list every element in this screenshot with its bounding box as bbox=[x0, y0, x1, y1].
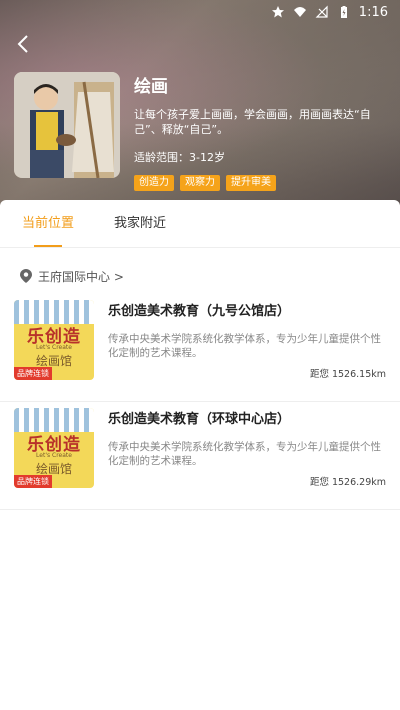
course-tags: 创造力 观察力 提升审美 bbox=[134, 175, 386, 191]
school-list: 乐创造 Let's Create 绘画馆 品牌连锁 乐创造美术教育（九号公馆店）… bbox=[0, 294, 400, 510]
tab-current-location[interactable]: 当前位置 bbox=[22, 200, 74, 247]
school-distance: 距您 1526.29km bbox=[309, 477, 386, 488]
signal-icon bbox=[315, 5, 328, 18]
list-item[interactable]: 乐创造 Let's Create 绘画馆 品牌连锁 乐创造美术教育（环球中心店）… bbox=[0, 402, 400, 510]
course-title: 绘画 bbox=[134, 77, 168, 97]
child-painting-illustration bbox=[14, 72, 120, 178]
tag-aesthetics: 提升审美 bbox=[226, 175, 276, 191]
school-distance: 距您 1526.15km bbox=[309, 369, 386, 380]
list-item[interactable]: 乐创造 Let's Create 绘画馆 品牌连锁 乐创造美术教育（九号公馆店）… bbox=[0, 294, 400, 402]
back-button[interactable] bbox=[12, 32, 36, 56]
status-time: 1:16 bbox=[358, 4, 388, 20]
school-logo: 乐创造 Let's Create 绘画馆 品牌连锁 bbox=[14, 300, 94, 380]
school-description: 传承中央美术学院系统化教学体系，专为少年儿童提供个性化定制的艺术课程。 bbox=[108, 333, 381, 359]
battery-icon bbox=[340, 6, 347, 18]
status-bar: 1:16 bbox=[0, 0, 400, 24]
logo-stripes bbox=[14, 300, 94, 324]
brand-chain-badge: 品牌连锁 bbox=[14, 367, 52, 380]
course-age-range: 适龄范围：3-12岁 bbox=[134, 151, 225, 164]
brand-chain-badge: 品牌连锁 bbox=[14, 475, 52, 488]
location-tabs: 当前位置 我家附近 bbox=[0, 200, 400, 248]
school-description: 传承中央美术学院系统化教学体系，专为少年儿童提供个性化定制的艺术课程。 bbox=[108, 441, 381, 467]
school-logo: 乐创造 Let's Create 绘画馆 品牌连锁 bbox=[14, 408, 94, 488]
location-pin-icon bbox=[20, 269, 32, 283]
logo-sub-text: Let's Create bbox=[36, 452, 72, 459]
wifi-icon bbox=[293, 7, 306, 17]
course-description: 让每个孩子爱上画画，学会画画，用画画表达“自己”、释放“自己”。 bbox=[134, 108, 371, 136]
star-icon bbox=[271, 6, 284, 18]
content-panel: 当前位置 我家附近 王府国际中心 > 乐创造 Let's Create 绘画馆 … bbox=[0, 200, 400, 710]
school-name: 乐创造美术教育（九号公馆店） bbox=[108, 304, 291, 319]
tab-nearby-home[interactable]: 我家附近 bbox=[114, 200, 166, 247]
tag-observation: 观察力 bbox=[180, 175, 220, 191]
tag-creativity: 创造力 bbox=[134, 175, 174, 191]
course-info: 绘画 让每个孩子爱上画画，学会画画，用画画表达“自己”、释放“自己”。 适龄范围… bbox=[134, 72, 386, 191]
school-name: 乐创造美术教育（环球中心店） bbox=[108, 412, 291, 427]
course-cover-image bbox=[14, 72, 120, 178]
current-location-text: 王府国际中心 > bbox=[38, 269, 124, 284]
logo-stripes bbox=[14, 408, 94, 432]
chevron-left-icon bbox=[17, 35, 28, 53]
current-location-selector[interactable]: 王府国际中心 > bbox=[0, 248, 400, 288]
logo-sub-text: Let's Create bbox=[36, 344, 72, 351]
